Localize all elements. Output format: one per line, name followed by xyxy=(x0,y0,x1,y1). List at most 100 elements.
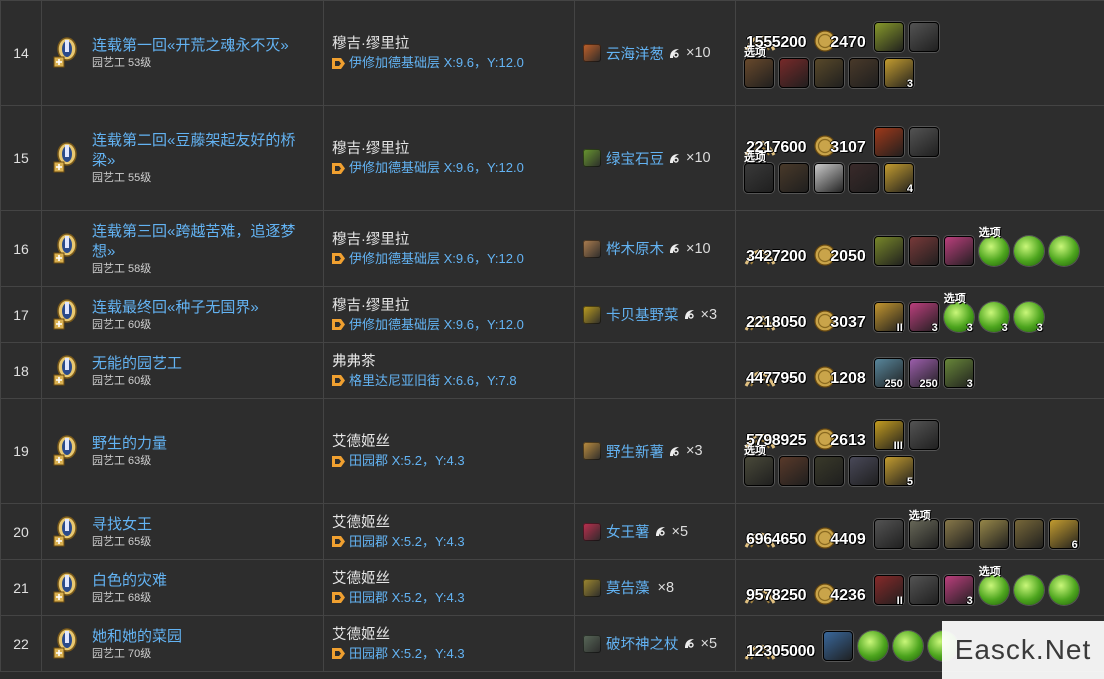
reward-item-icon[interactable]: II xyxy=(873,574,904,607)
reward-item-icon[interactable] xyxy=(849,163,879,193)
reward-item-icon[interactable] xyxy=(849,456,879,486)
reward-item-icon[interactable] xyxy=(1048,235,1079,266)
quest-name-link[interactable]: 连载最终回«种子无国界» xyxy=(92,298,259,318)
reward-item-icon[interactable]: 3 xyxy=(943,574,974,607)
reward-item-icon[interactable] xyxy=(1048,574,1079,605)
quest-name-link[interactable]: 连载第二回«豆藤架起友好的桥梁» xyxy=(92,131,314,171)
reward-item-icon[interactable] xyxy=(908,22,939,52)
item-name-link[interactable]: 野生新薯 xyxy=(606,441,664,462)
quest-number: 16 xyxy=(0,210,42,287)
reward-item-icon[interactable] xyxy=(1013,518,1044,549)
reward-item-icon[interactable] xyxy=(873,235,904,266)
map-marker-icon xyxy=(332,455,345,467)
reward-item-icon[interactable]: 3 xyxy=(943,357,974,390)
reward-item-icon[interactable]: 3 xyxy=(884,58,914,90)
quest-text: 连载最终回«种子无国界» 园艺工 60级 xyxy=(92,298,259,332)
reward-item-icon[interactable]: II xyxy=(873,301,904,334)
reward-item-icon[interactable]: 250 xyxy=(908,357,939,390)
item-name-link[interactable]: 女王薯 xyxy=(606,521,650,542)
reward-count: II xyxy=(896,594,903,607)
npc-location[interactable]: 伊修加德基础层 X:9.6，Y:12.0 xyxy=(332,250,574,268)
item-name-link[interactable]: 莫告藻 xyxy=(606,577,650,598)
npc-location-text[interactable]: 伊修加德基础层 X:9.6，Y:12.0 xyxy=(349,316,524,334)
item-name-link[interactable]: 破坏神之杖 xyxy=(606,633,679,654)
npc-location[interactable]: 格里达尼亚旧街 X:6.6，Y:7.8 xyxy=(332,372,574,390)
reward-item-icon[interactable]: 3 xyxy=(978,301,1009,334)
quest-name-link[interactable]: 连载第一回«开荒之魂永不灭» xyxy=(92,36,289,56)
npc-location[interactable]: 田园郡 X:5.2，Y:4.3 xyxy=(332,645,574,663)
item-name-link[interactable]: 云海洋葱 xyxy=(606,43,664,64)
item-name-link[interactable]: 卡贝基野菜 xyxy=(606,304,679,325)
reward-item-icon[interactable] xyxy=(908,518,939,549)
reward-item-icon[interactable] xyxy=(908,235,939,266)
npc-location-text[interactable]: 田园郡 X:5.2，Y:4.3 xyxy=(349,533,465,551)
reward-item-icon[interactable] xyxy=(744,163,774,193)
required-item-cell: 女王薯 ×5 xyxy=(574,503,736,560)
reward-item-icon[interactable] xyxy=(1013,574,1044,605)
npc-location-text[interactable]: 伊修加德基础层 X:9.6，Y:12.0 xyxy=(349,250,524,268)
exp-reward: 12305000 xyxy=(744,639,815,661)
reward-item-icon[interactable] xyxy=(814,456,844,486)
reward-item-icon[interactable]: 3 xyxy=(908,301,939,334)
npc-location[interactable]: 伊修加德基础层 X:9.6，Y:12.0 xyxy=(332,54,574,72)
npc-location[interactable]: 伊修加德基础层 X:9.6，Y:12.0 xyxy=(332,316,574,334)
npc-location-text[interactable]: 田园郡 X:5.2，Y:4.3 xyxy=(349,452,465,470)
reward-item-icon[interactable] xyxy=(814,58,844,88)
gil-reward: 1208 xyxy=(814,365,866,388)
reward-item-icon[interactable] xyxy=(744,456,774,486)
npc-location[interactable]: 田园郡 X:5.2，Y:4.3 xyxy=(332,589,574,607)
reward-item-icon[interactable] xyxy=(978,574,1009,605)
npc-location-text[interactable]: 格里达尼亚旧街 X:6.6，Y:7.8 xyxy=(349,372,517,390)
reward-item-icon[interactable] xyxy=(943,518,974,549)
reward-item-icon[interactable]: 250 xyxy=(873,357,904,390)
npc-location-text[interactable]: 田园郡 X:5.2，Y:4.3 xyxy=(349,645,465,663)
reward-item-icon[interactable] xyxy=(908,127,939,157)
quest-name-link[interactable]: 野生的力量 xyxy=(92,434,167,454)
reward-item-icon[interactable]: 3 xyxy=(943,301,974,334)
reward-item-icon[interactable] xyxy=(744,58,774,88)
quest-name-link[interactable]: 无能的园艺工 xyxy=(92,354,182,374)
npc-location-text[interactable]: 伊修加德基础层 X:9.6，Y:12.0 xyxy=(349,159,524,177)
reward-item-icon[interactable]: III xyxy=(873,420,904,452)
reward-item-icon[interactable]: 3 xyxy=(1013,301,1044,334)
reward-item-icon[interactable] xyxy=(908,574,939,605)
reward-item-icon[interactable]: 4 xyxy=(884,163,914,195)
quest-name-link[interactable]: 她和她的菜园 xyxy=(92,627,182,647)
npc-wrap: 穆吉·缪里拉 伊修加德基础层 X:9.6，Y:12.0 xyxy=(324,34,574,72)
reward-item-icon[interactable] xyxy=(814,163,844,193)
npc-location-text[interactable]: 田园郡 X:5.2，Y:4.3 xyxy=(349,589,465,607)
reward-item-icon[interactable] xyxy=(779,456,809,486)
reward-item-icon[interactable] xyxy=(978,518,1009,549)
quest-name-link[interactable]: 寻找女王 xyxy=(92,515,152,535)
quest-name-link[interactable]: 白色的灾难 xyxy=(92,571,167,591)
reward-item-icon[interactable] xyxy=(892,630,923,661)
npc-location-text[interactable]: 伊修加德基础层 X:9.6，Y:12.0 xyxy=(349,54,524,72)
reward-item-icon[interactable] xyxy=(822,630,853,661)
reward-item-icon[interactable] xyxy=(873,518,904,549)
reward-item-icon[interactable]: 6 xyxy=(1048,518,1079,551)
gil-reward: 3037 xyxy=(814,309,866,332)
reward-item-icon[interactable] xyxy=(857,630,888,661)
reward-item-icon[interactable] xyxy=(908,420,939,450)
reward-item-icon[interactable] xyxy=(943,235,974,266)
exp-reward: 2218050 xyxy=(744,310,807,332)
item-name-link[interactable]: 绿宝石豆 xyxy=(606,148,664,169)
reward-item-icon[interactable] xyxy=(873,127,904,157)
reward-item-icon[interactable] xyxy=(1013,235,1044,266)
required-item: 莫告藻 ×8 xyxy=(575,577,735,598)
reward-item-icon[interactable] xyxy=(873,22,904,52)
reward-item-icon[interactable] xyxy=(779,163,809,193)
npc-location[interactable]: 田园郡 X:5.2，Y:4.3 xyxy=(332,452,574,470)
quest-name-link[interactable]: 连载第三回«跨越苦难，追逐梦想» xyxy=(92,222,314,262)
quest-level: 园艺工 70级 xyxy=(92,647,152,660)
reward-cell: 2218050 3037 II 3 选项 3 3 3 xyxy=(735,286,1104,343)
npc-cell: 艾德姬丝 田园郡 X:5.2，Y:4.3 xyxy=(323,398,575,504)
npc-location[interactable]: 伊修加德基础层 X:9.6，Y:12.0 xyxy=(332,159,574,177)
item-name-link[interactable]: 桦木原木 xyxy=(606,238,664,259)
reward-item-icon[interactable] xyxy=(779,58,809,88)
npc-location[interactable]: 田园郡 X:5.2，Y:4.3 xyxy=(332,533,574,551)
reward-count: 3 xyxy=(1036,321,1043,334)
reward-item-icon[interactable] xyxy=(849,58,879,88)
reward-item-icon[interactable]: 5 xyxy=(884,456,914,488)
reward-item-icon[interactable] xyxy=(978,235,1009,266)
